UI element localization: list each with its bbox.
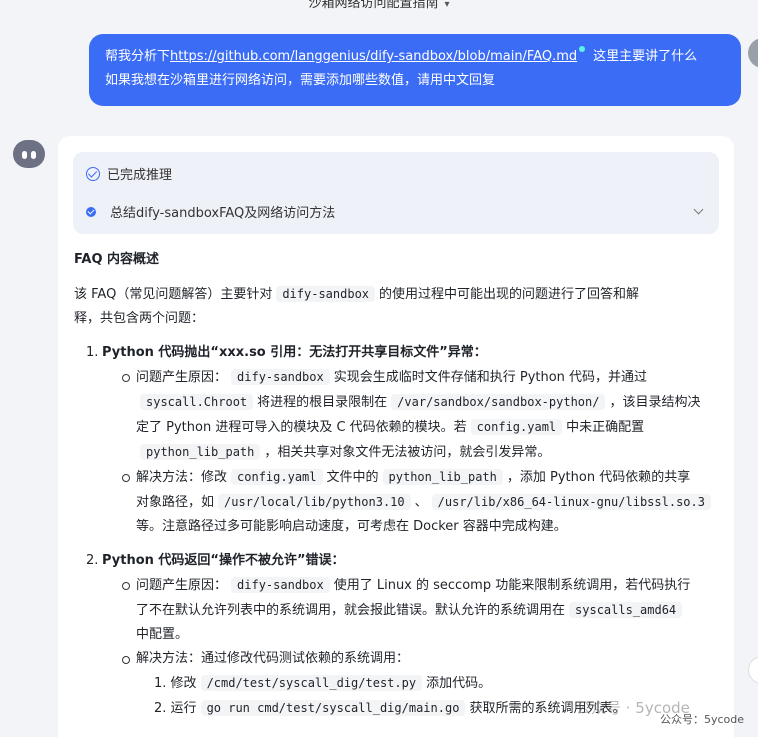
fix-step: 1. 修改/cmd/test/syscall_dig/test.py 添加代码。 bbox=[154, 671, 724, 696]
cause-text: 中配置。 bbox=[136, 627, 189, 642]
user-message-link[interactable]: https://github.com/langgenius/dify-sandb… bbox=[170, 49, 577, 64]
cause-text: 定了 Python 进程可导入的模块及 C 代码依赖的模块。若 bbox=[136, 420, 467, 435]
answer-content: FAQ 内容概述 该 FAQ（常见问题解答）主要针对 dify-sandbox 的使… bbox=[74, 248, 724, 721]
faq-item-title: Python 代码抛出“xxx.so 引用：无法打开共享目标文件”异常： bbox=[102, 345, 487, 360]
user-message-line-1: 帮我分析下https://github.com/langgenius/dify-… bbox=[105, 45, 727, 69]
cause-text: 了不在默认允许列表中的系统调用，就会报此错误。默认允许的系统调用在 bbox=[136, 603, 566, 618]
user-avatar bbox=[748, 38, 758, 68]
inline-code: /usr/lib/x86_64-linux-gnu/libssl.so.3 bbox=[431, 494, 711, 510]
link-dot-icon bbox=[579, 46, 586, 52]
fix-text: 、 bbox=[414, 495, 428, 510]
step-text: 添加代码。 bbox=[426, 676, 492, 691]
reasoning-panel[interactable]: 已完成推理 总结dify-sandboxFAQ及网络访问方法 bbox=[73, 152, 719, 234]
step-text: 修改 bbox=[170, 676, 197, 691]
inline-code: config.yaml bbox=[231, 469, 323, 485]
cause-text: 使用了 Linux 的 seccomp 功能来限制系统调用，若代码执行 bbox=[333, 578, 691, 593]
inline-code: /cmd/test/syscall_dig/test.py bbox=[200, 675, 423, 691]
fix-text: ，添加 Python 代码依赖的共享 bbox=[506, 470, 691, 485]
assistant-avatar bbox=[10, 136, 48, 174]
inline-code: dify-sandbox bbox=[231, 577, 330, 593]
user-message-bubble: 帮我分析下https://github.com/langgenius/dify-… bbox=[89, 34, 741, 106]
answer-heading: FAQ 内容概述 bbox=[74, 252, 160, 267]
step-number: 1. bbox=[154, 676, 167, 691]
faq-item-1: 1. Python 代码抛出“xxx.so 引用：无法打开共享目标文件”异常： … bbox=[74, 341, 724, 539]
inline-code: dify-sandbox bbox=[231, 369, 330, 385]
intro-text-a: 该 FAQ（常见问题解答）主要针对 bbox=[74, 287, 273, 302]
reasoning-step-text: 总结dify-sandboxFAQ及网络访问方法 bbox=[110, 206, 336, 221]
inline-code: dify-sandbox bbox=[276, 286, 376, 302]
step-number: 2. bbox=[154, 701, 167, 716]
inline-code: /var/sandbox/sandbox-python/ bbox=[391, 394, 606, 410]
fix-text: 等。注意路径过多可能影响启动速度，可考虑在 Docker 容器中完成构建。 bbox=[136, 519, 567, 534]
robot-icon bbox=[13, 140, 45, 168]
conversation-title-text: 沙箱网络访问配置指南 bbox=[308, 0, 439, 11]
inline-code: python_lib_path bbox=[382, 469, 503, 485]
answer-intro: 该 FAQ（常见问题解答）主要针对 dify-sandbox 的使用过程中可能出现的… bbox=[74, 282, 724, 331]
intro-text-b: 的使用过程中可能出现的问题进行了回答和解 bbox=[379, 287, 640, 302]
user-message-suffix: 这里主要讲了什么 bbox=[593, 49, 698, 64]
robot-eye-right bbox=[31, 151, 36, 159]
watermark-small: 公众号：5ycode bbox=[660, 713, 745, 726]
list-number: 1. bbox=[86, 345, 99, 360]
chevron-down-icon[interactable] bbox=[693, 204, 704, 215]
reasoning-status: 已完成推理 bbox=[86, 164, 172, 183]
fix-label: 解决方法：修改 bbox=[136, 470, 228, 485]
cause-label: 问题产生原因： bbox=[136, 578, 228, 593]
check-circle-icon bbox=[86, 166, 100, 181]
inline-code: syscalls_amd64 bbox=[569, 602, 683, 618]
inline-code: go run cmd/test/syscall_dig/main.go bbox=[200, 700, 466, 716]
faq-fix: 解决方法：修改 config.yaml 文件中的 python_lib_path ，添加… bbox=[118, 465, 724, 539]
assistant-message-card: 已完成推理 总结dify-sandboxFAQ及网络访问方法 FAQ 内容概述 … bbox=[58, 136, 734, 737]
fix-text: 对象路径，如 bbox=[136, 495, 215, 510]
intro-text-c: 释，共包含两个问题： bbox=[74, 311, 205, 326]
inline-code: config.yaml bbox=[470, 419, 563, 435]
cause-text: 实现会生成临时文件存储和执行 Python 代码，并通过 bbox=[333, 370, 648, 385]
step-check-icon bbox=[86, 206, 96, 217]
step-text: 运行 bbox=[170, 701, 197, 716]
cause-text: 中未正确配置 bbox=[566, 420, 645, 435]
faq-cause: 问题产生原因： dify-sandbox 使用了 Linux 的 seccomp 功… bbox=[118, 573, 724, 647]
cause-label: 问题产生原因： bbox=[136, 370, 228, 385]
scroll-to-bottom-button[interactable] bbox=[748, 656, 758, 684]
faq-cause: 问题产生原因： dify-sandbox 实现会生成临时文件存储和执行 Python… bbox=[118, 365, 724, 465]
inline-code: python_lib_path bbox=[140, 444, 261, 460]
user-message-prefix: 帮我分析下 bbox=[105, 49, 171, 64]
reasoning-step-row[interactable]: 总结dify-sandboxFAQ及网络访问方法 bbox=[86, 202, 706, 221]
faq-item-title: Python 代码返回“操作不被允许”错误： bbox=[102, 553, 345, 568]
list-number: 2. bbox=[86, 553, 99, 568]
reasoning-status-text: 已完成推理 bbox=[107, 168, 173, 183]
faq-item-2: 2. Python 代码返回“操作不被允许”错误： 问题产生原因： dify-sa… bbox=[74, 549, 724, 721]
robot-eye-left bbox=[22, 151, 27, 159]
chevron-down-icon: ▾ bbox=[444, 0, 450, 10]
cause-text: 将进程的根目录限制在 bbox=[257, 395, 388, 410]
inline-code: /usr/local/lib/python3.10 bbox=[218, 494, 411, 510]
inline-code: syscall.Chroot bbox=[140, 394, 254, 410]
user-message-line-2: 如果我想在沙箱里进行网络访问，需要添加哪些数值，请用中文回复 bbox=[105, 73, 496, 88]
conversation-title[interactable]: 沙箱网络访问配置指南 ▾ bbox=[0, 0, 758, 11]
cause-text: ，相关共享对象文件无法被访问，就会引发异常。 bbox=[264, 445, 551, 460]
cause-text: ，该目录结构决 bbox=[609, 395, 701, 410]
fix-label: 解决方法：通过修改代码测试依赖的系统调用： bbox=[136, 651, 410, 666]
fix-text: 文件中的 bbox=[326, 470, 379, 485]
